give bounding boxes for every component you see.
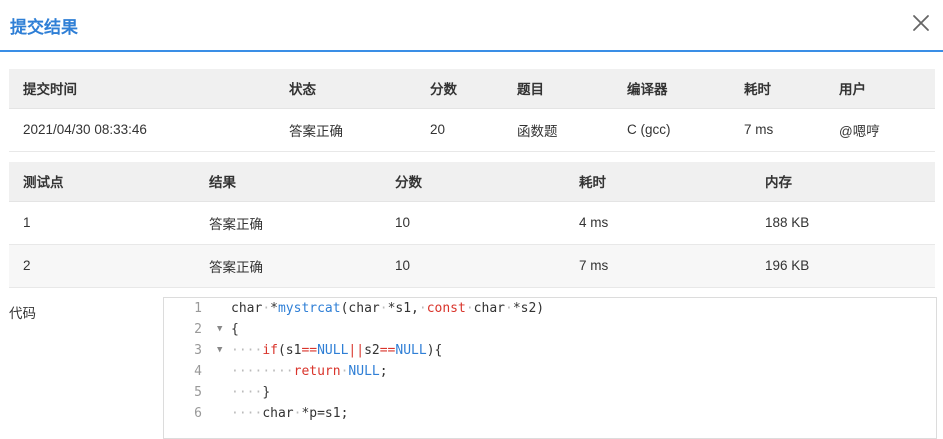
col-memory: 内存: [751, 162, 935, 202]
code-editor[interactable]: 1 char·*mystrcat(char·*s1,·const·char·*s2…: [163, 297, 937, 439]
col-submit-time: 提交时间: [9, 69, 275, 109]
line-number: 2: [194, 322, 202, 337]
user-name[interactable]: @嗯哼: [825, 108, 935, 152]
line-number: 1: [194, 301, 202, 316]
code-text: ········return·NULL;: [231, 364, 388, 379]
code-text: ····char·*p=s1;: [231, 406, 349, 421]
testcase-table: 测试点 结果 分数 耗时 内存 1 答案正确 10 4 ms 188 KB 2 …: [9, 162, 935, 288]
problem-type: 函数题: [503, 108, 613, 152]
dialog-header: 提交结果: [0, 0, 943, 52]
score: 20: [416, 108, 503, 152]
col-score: 分数: [381, 162, 565, 202]
code-label: 代码: [9, 306, 36, 321]
col-user: 用户: [825, 69, 935, 109]
testcase-memory: 196 KB: [751, 244, 935, 288]
status-badge: 答案正确: [275, 108, 416, 152]
code-text: {: [231, 322, 239, 337]
line-number: 4: [194, 364, 202, 379]
col-time: 耗时: [730, 69, 825, 109]
code-line: 2 ▼ {: [164, 319, 936, 340]
code-line: 5 ····}: [164, 382, 936, 403]
result-badge: 答案正确: [195, 244, 381, 288]
dialog-title: 提交结果: [10, 18, 78, 37]
compiler: C (gcc): [613, 108, 730, 152]
table-row: 2 答案正确 10 7 ms 196 KB: [9, 244, 935, 288]
code-text: char·*mystrcat(char·*s1,·const·char·*s2): [231, 301, 545, 316]
col-time: 耗时: [565, 162, 751, 202]
col-problem: 题目: [503, 69, 613, 109]
line-number: 6: [194, 406, 202, 421]
fold-arrow-icon[interactable]: ▼: [217, 340, 222, 361]
col-testcase: 测试点: [9, 162, 195, 202]
code-text: ····}: [231, 385, 271, 400]
fold-arrow-icon[interactable]: ▼: [217, 319, 222, 340]
testcase-id: 2: [9, 244, 195, 288]
result-badge: 答案正确: [195, 201, 381, 245]
submission-row: 2021/04/30 08:33:46 答案正确 20 函数题 C (gcc) …: [9, 108, 935, 152]
testcase-time: 4 ms: [565, 201, 751, 245]
submission-header-row: 提交时间 状态 分数 题目 编译器 耗时 用户: [9, 69, 935, 109]
testcase-score: 10: [381, 244, 565, 288]
col-compiler: 编译器: [613, 69, 730, 109]
close-icon: [913, 15, 929, 31]
submission-table: 提交时间 状态 分数 题目 编译器 耗时 用户 2021/04/30 08:33…: [9, 69, 935, 152]
col-result: 结果: [195, 162, 381, 202]
testcase-memory: 188 KB: [751, 201, 935, 245]
submit-time: 2021/04/30 08:33:46: [9, 108, 275, 152]
code-line: 1 char·*mystrcat(char·*s1,·const·char·*s2…: [164, 298, 936, 319]
line-number: 3: [194, 343, 202, 358]
code-line: 4 ········return·NULL;: [164, 361, 936, 382]
testcase-id: 1: [9, 201, 195, 245]
code-text: ····if(s1==NULL||s2==NULL){: [231, 343, 443, 358]
testcase-time: 7 ms: [565, 244, 751, 288]
code-line: 6 ····char·*p=s1;: [164, 403, 936, 424]
close-button[interactable]: [911, 13, 931, 33]
col-status: 状态: [275, 69, 416, 109]
col-score: 分数: [416, 69, 503, 109]
code-line: 3 ▼ ····if(s1==NULL||s2==NULL){: [164, 340, 936, 361]
testcase-score: 10: [381, 201, 565, 245]
table-row: 1 答案正确 10 4 ms 188 KB: [9, 201, 935, 245]
line-number: 5: [194, 385, 202, 400]
elapsed-time: 7 ms: [730, 108, 825, 152]
testcase-header-row: 测试点 结果 分数 耗时 内存: [9, 162, 935, 202]
